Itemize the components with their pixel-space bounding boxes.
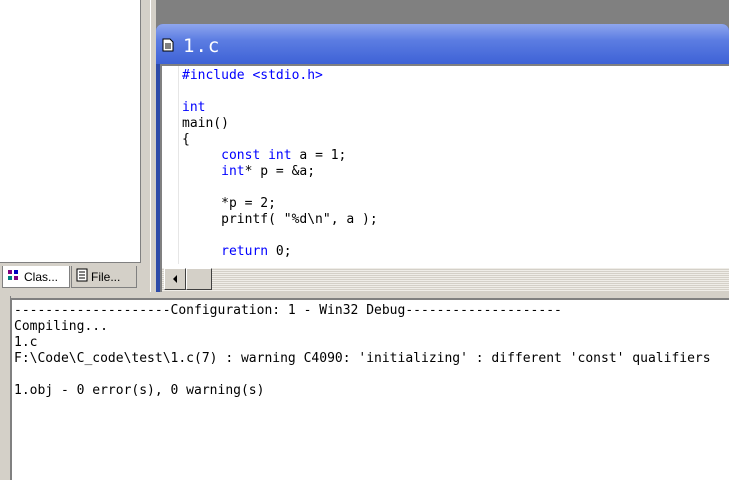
code-line: return 0; <box>182 244 729 260</box>
code-line: int* p = &a; <box>182 164 729 180</box>
code-line: *p = 2; <box>182 196 729 212</box>
editor-frame: #include <stdio.h> int main() { const in… <box>160 64 729 292</box>
editor-window: 1.c #include <stdio.h> int main() { cons… <box>156 24 729 292</box>
workspace-panel: Clas... File... <box>0 0 150 292</box>
code-line-3: main() <box>182 116 229 131</box>
scroll-thumb[interactable] <box>186 268 212 290</box>
output-line-4 <box>14 367 711 383</box>
code-line: main() <box>182 116 729 132</box>
code-line-2: int <box>182 100 206 115</box>
code-line-9: printf( "%d\n", a ); <box>182 212 378 227</box>
code-line-4: { <box>182 132 190 147</box>
code-line: const int a = 1; <box>182 148 729 164</box>
code-line: { <box>182 132 729 148</box>
output-line-2: 1.c <box>14 335 38 350</box>
code-line-0: #include <stdio.h> <box>182 68 323 83</box>
editor-title: 1.c <box>183 35 221 57</box>
code-line: int <box>182 100 729 116</box>
tab-class-view[interactable]: Clas... <box>2 266 70 288</box>
workspace-tabs: Clas... File... <box>0 266 150 290</box>
document-icon <box>162 38 174 52</box>
output-line-3: F:\Code\C_code\test\1.c(7) : warning C40… <box>14 351 711 366</box>
output-line-5: 1.obj - 0 error(s), 0 warning(s) <box>14 383 265 398</box>
output-line-1: Compiling... <box>14 319 108 334</box>
workspace-tree-view[interactable] <box>0 0 141 263</box>
output-panel[interactable]: --------------------Configuration: 1 - W… <box>10 298 729 480</box>
code-line-11: return 0; <box>221 244 292 259</box>
code-line-8: *p = 2; <box>182 196 276 211</box>
editor-titlebar[interactable]: 1.c <box>156 24 729 64</box>
horizontal-scrollbar[interactable] <box>162 268 729 292</box>
code-line-5: const int a = 1; <box>221 148 347 163</box>
tab-file-view-label: File... <box>91 269 121 284</box>
build-output: --------------------Configuration: 1 - W… <box>14 303 711 399</box>
code-editor[interactable]: #include <stdio.h> int main() { const in… <box>182 66 729 266</box>
code-line: #include <stdio.h> <box>182 68 729 84</box>
arrow-left-icon <box>172 270 178 288</box>
tab-class-view-label: Clas... <box>24 269 59 284</box>
output-line-0: --------------------Configuration: 1 - W… <box>14 303 562 318</box>
scroll-left-button[interactable] <box>164 268 186 290</box>
class-view-icon <box>7 269 21 284</box>
file-view-icon <box>76 268 88 285</box>
tab-file-view[interactable]: File... <box>71 266 137 288</box>
code-line: printf( "%d\n", a ); <box>182 212 729 228</box>
editor-gutter <box>162 66 179 264</box>
code-line-6: int* p = &a; <box>221 164 316 179</box>
